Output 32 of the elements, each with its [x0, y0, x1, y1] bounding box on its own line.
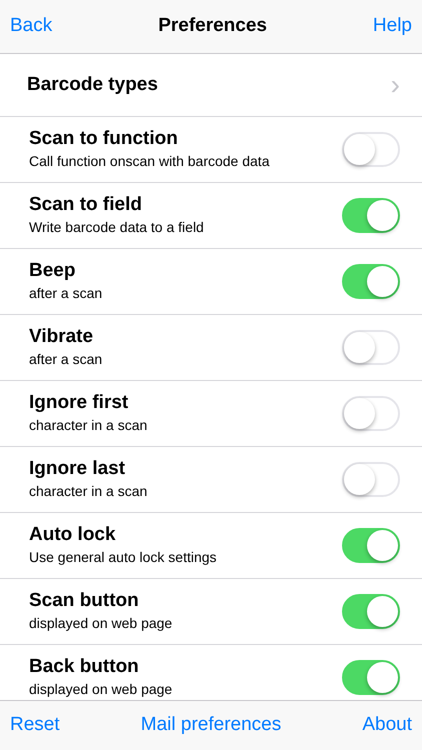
screen-title: Preferences	[158, 14, 267, 38]
setting-title: Scan button	[29, 588, 140, 613]
toolbar-button[interactable]: Reset	[10, 711, 60, 740]
setting-title: Scan to field	[29, 192, 143, 217]
setting-description: character in a scan	[29, 482, 148, 502]
setting-description: after a scan	[29, 284, 102, 304]
toggle-switch[interactable]	[342, 528, 400, 563]
setting-description: after a scan	[29, 350, 102, 370]
setting-description: displayed on web page	[29, 614, 172, 634]
setting-title: Ignore first	[29, 390, 130, 415]
setting-description: Use general auto lock settings	[29, 548, 217, 568]
setting-title: Scan to function	[29, 126, 179, 151]
chevron-icon: ›	[390, 71, 400, 99]
barcode-types-row[interactable]: Barcode types ›	[0, 54, 422, 117]
toggle-switch[interactable]	[342, 660, 400, 695]
setting-description: character in a scan	[29, 416, 148, 436]
help-button[interactable]: Help	[372, 12, 412, 41]
setting-title: Ignore last	[29, 456, 126, 481]
setting-title: Vibrate	[29, 324, 94, 349]
toggle-switch[interactable]	[342, 198, 400, 233]
back-button[interactable]: Back	[10, 12, 52, 41]
setting-title: Auto lock	[29, 522, 117, 547]
row-label: Barcode types	[27, 72, 158, 97]
setting-title: Back button	[29, 654, 140, 679]
setting-description: displayed on web page	[29, 680, 172, 700]
toggle-switch[interactable]	[342, 594, 400, 629]
setting-description: Call function onscan with barcode data	[29, 152, 270, 172]
toolbar-button[interactable]: Mail preferences	[140, 711, 282, 740]
setting-title: Beep	[29, 258, 76, 283]
setting-description: Write barcode data to a field	[29, 218, 204, 238]
toggle-switch[interactable]	[342, 264, 400, 299]
toolbar-button[interactable]: About	[362, 711, 412, 740]
